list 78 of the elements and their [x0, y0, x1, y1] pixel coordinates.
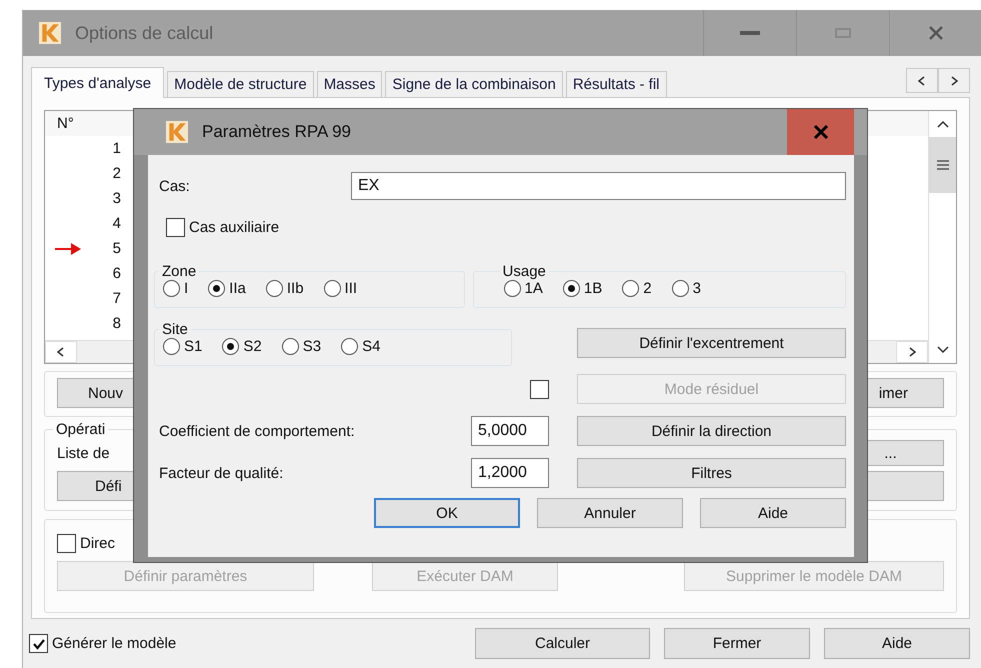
list-label: Liste de	[57, 444, 110, 462]
side-button[interactable]: Définir l'excentrement	[577, 328, 846, 358]
number-field[interactable]: 5,0000	[471, 416, 549, 446]
field-label: Coefficient de comportement:	[159, 422, 355, 440]
dialog-button[interactable]: Aide	[700, 498, 846, 528]
number-field[interactable]: 1,2000	[471, 458, 549, 488]
footer-button[interactable]: Calculer	[475, 628, 650, 659]
radio-label: IIa	[229, 280, 246, 297]
radio-button[interactable]	[282, 338, 299, 354]
radio-button[interactable]	[163, 280, 180, 297]
row-number: 7	[112, 290, 121, 307]
tab[interactable]: Masses	[316, 71, 382, 97]
side-button[interactable]: Filtres	[577, 458, 846, 488]
radio-button[interactable]	[622, 280, 640, 297]
chevron-up-icon	[936, 119, 948, 129]
group-label: Site	[161, 320, 189, 338]
tab[interactable]: Modèle de structure	[167, 71, 314, 97]
group-label: Opérati	[55, 421, 106, 438]
checkbox[interactable]	[29, 634, 48, 653]
radio-label: 2	[643, 280, 652, 297]
close-icon	[929, 26, 943, 40]
footer-button[interactable]: Fermer	[664, 628, 810, 659]
checkbox[interactable]	[166, 218, 185, 237]
dialog-button[interactable]: Annuler	[537, 498, 683, 528]
side-button[interactable]: Définir la direction	[577, 416, 846, 446]
window-title: Options de calcul	[75, 22, 214, 44]
minimize-icon	[740, 31, 760, 35]
app-logo-icon	[166, 121, 188, 143]
row-number: 4	[112, 215, 121, 232]
close-button[interactable]	[787, 109, 854, 155]
radio-label: I	[184, 280, 188, 297]
radio-label: IIb	[286, 280, 304, 297]
radio-label: S3	[302, 338, 322, 354]
radio-button[interactable]	[266, 280, 283, 297]
tab[interactable]: Signe de la combinaison	[385, 71, 563, 97]
radio-button[interactable]	[324, 280, 341, 297]
maximize-icon	[835, 28, 851, 38]
radio-button[interactable]	[222, 338, 240, 354]
radio-button[interactable]	[672, 280, 689, 297]
row-number: 6	[112, 265, 121, 282]
group-label: Usage	[502, 263, 547, 280]
arrow-icon	[55, 242, 81, 256]
case-label: Cas:	[159, 178, 191, 194]
row-number: 1	[112, 140, 121, 157]
radio-label: S4	[362, 338, 380, 354]
group-label: Zone	[161, 263, 198, 280]
scroll-left-button[interactable]	[906, 68, 938, 93]
checkbox[interactable]	[57, 534, 76, 553]
checkbox-label: Direc	[80, 535, 116, 552]
tab[interactable]: Résultats - fil	[566, 71, 667, 97]
row-number: 5	[112, 240, 121, 257]
radio-label: S2	[243, 338, 262, 354]
vertical-scrollbar[interactable]	[928, 111, 956, 363]
radio-label: 3	[692, 280, 701, 297]
radio-button[interactable]	[562, 280, 580, 297]
app-logo-icon	[39, 22, 61, 44]
radio-label: S1	[184, 338, 202, 354]
close-icon	[812, 125, 828, 139]
grip-icon	[936, 160, 948, 170]
dialog-button[interactable]: OK	[374, 498, 520, 528]
row-number: 2	[112, 165, 121, 182]
radio-label: 1A	[524, 280, 543, 297]
checkbox[interactable]	[530, 380, 549, 398]
row-number: 3	[112, 190, 121, 207]
checkbox-label: Cas auxiliaire	[189, 219, 280, 236]
radio-button[interactable]	[208, 280, 226, 297]
chevron-down-icon	[936, 345, 948, 355]
radio-button[interactable]	[163, 338, 180, 354]
case-field[interactable]: EX	[351, 172, 846, 200]
radio-button[interactable]	[341, 338, 358, 354]
tab[interactable]: Types d'analyse	[31, 67, 164, 98]
radio-button[interactable]	[504, 280, 521, 297]
scroll-right-button[interactable]	[938, 68, 970, 93]
radio-label: III	[344, 280, 358, 297]
row-number: 8	[112, 315, 121, 332]
radio-label: 1B	[584, 280, 602, 297]
footer-button[interactable]: Aide	[824, 628, 970, 659]
checkbox-label: Générer le modèle	[52, 635, 176, 652]
